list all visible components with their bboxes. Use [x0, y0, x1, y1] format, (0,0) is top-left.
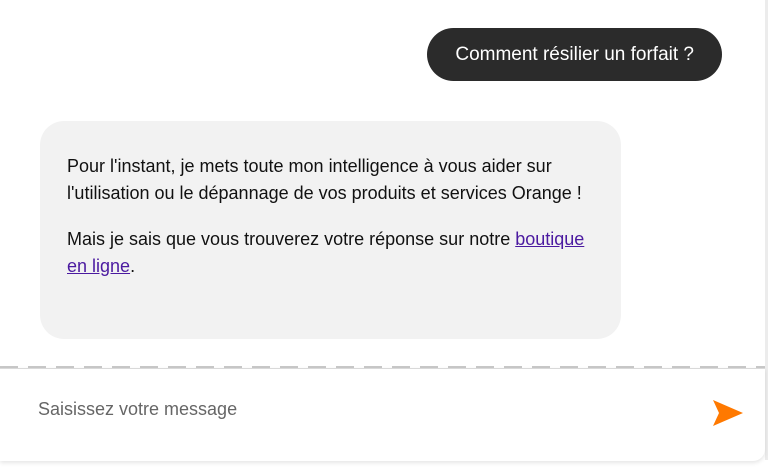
bot-message-text: Mais je sais que vous trouverez votre ré…	[67, 229, 516, 249]
bot-message-paragraph: Mais je sais que vous trouverez votre ré…	[67, 226, 594, 280]
send-icon	[713, 400, 743, 426]
message-composer	[0, 368, 765, 461]
message-list[interactable]: Comment résilier un forfait ? Pour l'ins…	[0, 0, 765, 368]
bot-message-paragraph: Pour l'instant, je mets toute mon intell…	[67, 156, 582, 203]
send-button[interactable]	[712, 397, 752, 429]
user-message-bubble: Comment résilier un forfait ?	[427, 28, 722, 81]
bot-message-bubble: Pour l'instant, je mets toute mon intell…	[40, 121, 621, 339]
bot-message-punctuation: .	[130, 256, 136, 276]
chat-window: Comment résilier un forfait ? Pour l'ins…	[0, 0, 768, 472]
message-input[interactable]	[38, 395, 678, 423]
user-message-text: Comment résilier un forfait ?	[455, 43, 694, 65]
